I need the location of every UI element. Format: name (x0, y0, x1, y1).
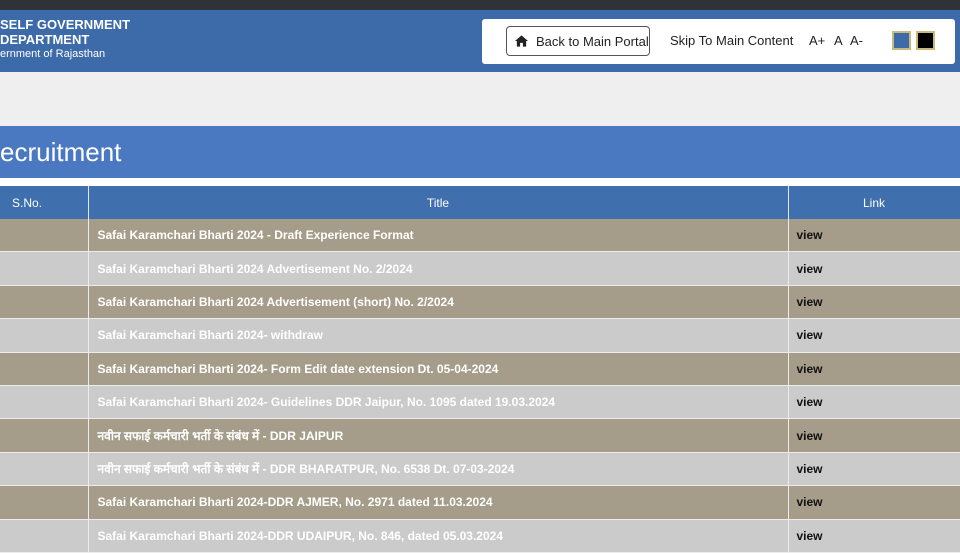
table-row: Safai Karamchari Bharti 2024-DDR AJMER, … (0, 485, 960, 520)
table-row: Safai Karamchari Bharti 2024-DDR UDAIPUR… (0, 519, 960, 553)
accessibility-toolbar: Back to Main Portal Skip To Main Content… (482, 19, 955, 64)
grey-band (0, 72, 960, 126)
header-link: Link (788, 186, 960, 219)
org-name: SELF GOVERNMENT DEPARTMENT ernment of Ra… (0, 17, 130, 62)
row-view-link[interactable]: view (788, 251, 960, 286)
row-sno-cell (0, 485, 89, 520)
header-sno: S.No. (0, 186, 89, 219)
row-title: Safai Karamchari Bharti 2024-DDR UDAIPUR… (88, 519, 789, 553)
row-sno-cell (0, 452, 89, 487)
home-icon (515, 35, 528, 47)
row-title: नवीन सफाई कर्मचारी भर्ती के संबंध में - … (88, 452, 789, 487)
row-view-link[interactable]: view (788, 285, 960, 320)
row-title: Safai Karamchari Bharti 2024- Form Edit … (88, 352, 789, 386)
row-view-link[interactable]: view (788, 318, 960, 353)
page-title-bar: ecruitment (0, 126, 960, 178)
row-view-link[interactable]: view (788, 485, 960, 520)
row-sno-cell (0, 418, 89, 453)
row-title: Safai Karamchari Bharti 2024 Advertiseme… (88, 285, 789, 320)
table-row: Safai Karamchari Bharti 2024 Advertiseme… (0, 251, 960, 286)
row-title: Safai Karamchari Bharti 2024- withdraw (88, 318, 789, 353)
recruitment-table: S.No. Title Link Safai Karamchari Bharti… (0, 186, 960, 553)
row-title: Safai Karamchari Bharti 2024- Guidelines… (88, 385, 789, 420)
table-header-row: S.No. Title Link (0, 186, 960, 219)
theme-blue-swatch[interactable] (892, 31, 911, 50)
skip-to-main-content-link[interactable]: Skip To Main Content (670, 33, 793, 48)
row-view-link[interactable]: view (788, 219, 960, 253)
font-normal-button[interactable]: A (834, 33, 843, 48)
row-view-link[interactable]: view (788, 418, 960, 453)
row-title: नवीन सफाई कर्मचारी भर्ती के संबंध में - … (88, 418, 789, 453)
row-sno-cell (0, 352, 89, 386)
row-sno-cell (0, 219, 89, 253)
page-title: ecruitment (0, 137, 122, 167)
table-row: नवीन सफाई कर्मचारी भर्ती के संबंध में - … (0, 452, 960, 487)
table-row: Safai Karamchari Bharti 2024 - Draft Exp… (0, 219, 960, 253)
org-name-line1: SELF GOVERNMENT (0, 17, 131, 32)
font-increase-button[interactable]: A+ (809, 33, 825, 48)
row-view-link[interactable]: view (788, 452, 960, 487)
back-to-main-portal-button[interactable]: Back to Main Portal (506, 26, 650, 56)
row-sno-cell (0, 251, 89, 286)
row-sno-cell (0, 519, 89, 553)
row-title: Safai Karamchari Bharti 2024 - Draft Exp… (88, 219, 789, 253)
row-view-link[interactable]: view (788, 352, 960, 386)
site-header: SELF GOVERNMENT DEPARTMENT ernment of Ra… (0, 10, 960, 72)
theme-black-swatch[interactable] (916, 31, 935, 50)
row-sno-cell (0, 385, 89, 420)
row-sno-cell (0, 285, 89, 320)
font-decrease-button[interactable]: A- (850, 33, 863, 48)
top-strip (0, 0, 960, 10)
back-button-label: Back to Main Portal (536, 33, 649, 49)
table-row: Safai Karamchari Bharti 2024- Guidelines… (0, 385, 960, 420)
org-name-line2: DEPARTMENT (0, 32, 90, 47)
row-view-link[interactable]: view (788, 519, 960, 553)
table-row: Safai Karamchari Bharti 2024- withdraw v… (0, 318, 960, 353)
table-row: नवीन सफाई कर्मचारी भर्ती के संबंध में - … (0, 418, 960, 453)
header-title: Title (88, 186, 789, 219)
row-sno-cell (0, 318, 89, 353)
row-title: Safai Karamchari Bharti 2024 Advertiseme… (88, 251, 789, 286)
org-name-line3: ernment of Rajasthan (0, 48, 106, 60)
row-title: Safai Karamchari Bharti 2024-DDR AJMER, … (88, 485, 789, 520)
table-row: Safai Karamchari Bharti 2024- Form Edit … (0, 352, 960, 386)
row-view-link[interactable]: view (788, 385, 960, 420)
table-row: Safai Karamchari Bharti 2024 Advertiseme… (0, 285, 960, 320)
